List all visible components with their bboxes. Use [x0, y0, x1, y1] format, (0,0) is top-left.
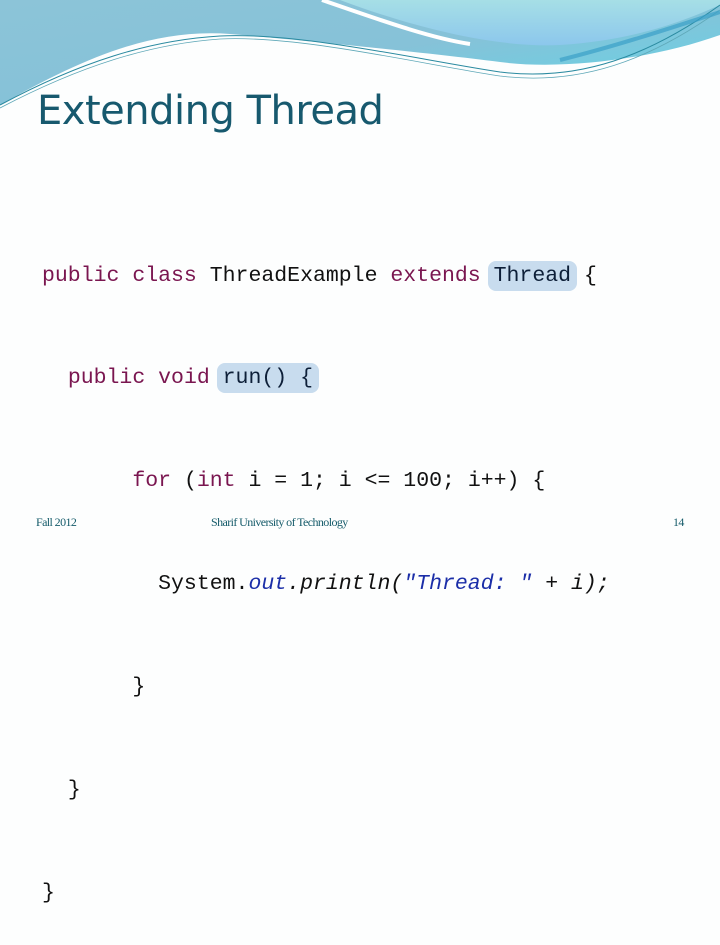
code-line-1: public class ThreadExample extends Threa… [42, 259, 610, 293]
highlight-run-method: run() { [216, 363, 319, 394]
code-line-6: } [42, 773, 610, 807]
system-object: System. [158, 572, 249, 597]
code-line-2: public void run() { [42, 361, 610, 395]
println-call: .println( [287, 572, 404, 597]
keyword-public: public [42, 263, 120, 288]
keyword-void: void [158, 366, 210, 391]
code-line-7: } [42, 876, 610, 910]
code-line-4: System.out.println("Thread: " + i); [42, 567, 610, 601]
out-field: out [248, 572, 288, 597]
slide-number: 14 [673, 515, 684, 529]
keyword-public: public [67, 366, 146, 391]
brace-close: } [67, 778, 81, 803]
code-block: public class ThreadExample extends Threa… [42, 190, 610, 945]
highlight-superclass: Thread [487, 260, 578, 291]
footer-institution: Sharif University of Technology [211, 515, 348, 529]
loop-header: i = 1; i <= 100; i++) { [248, 469, 546, 494]
string-literal: "Thread: " [403, 572, 533, 597]
slide-title: Extending Thread [37, 88, 384, 134]
keyword-extends: extends [390, 263, 481, 288]
brace-close: } [132, 675, 146, 700]
brace-open: { [300, 366, 313, 391]
brace-open: { [583, 263, 597, 288]
code-line-3: for (int i = 1; i <= 100; i++) { [42, 464, 610, 498]
paren-open: ( [183, 469, 197, 494]
method-name: run() [222, 366, 288, 391]
footer-date: Fall 2012 [36, 515, 77, 529]
keyword-int: int [196, 469, 236, 494]
keyword-for: for [132, 469, 172, 494]
code-line-5: } [42, 670, 610, 704]
class-name: ThreadExample [209, 263, 378, 288]
keyword-class: class [132, 263, 197, 288]
println-args: + i); [532, 572, 610, 597]
brace-close: } [42, 880, 55, 905]
